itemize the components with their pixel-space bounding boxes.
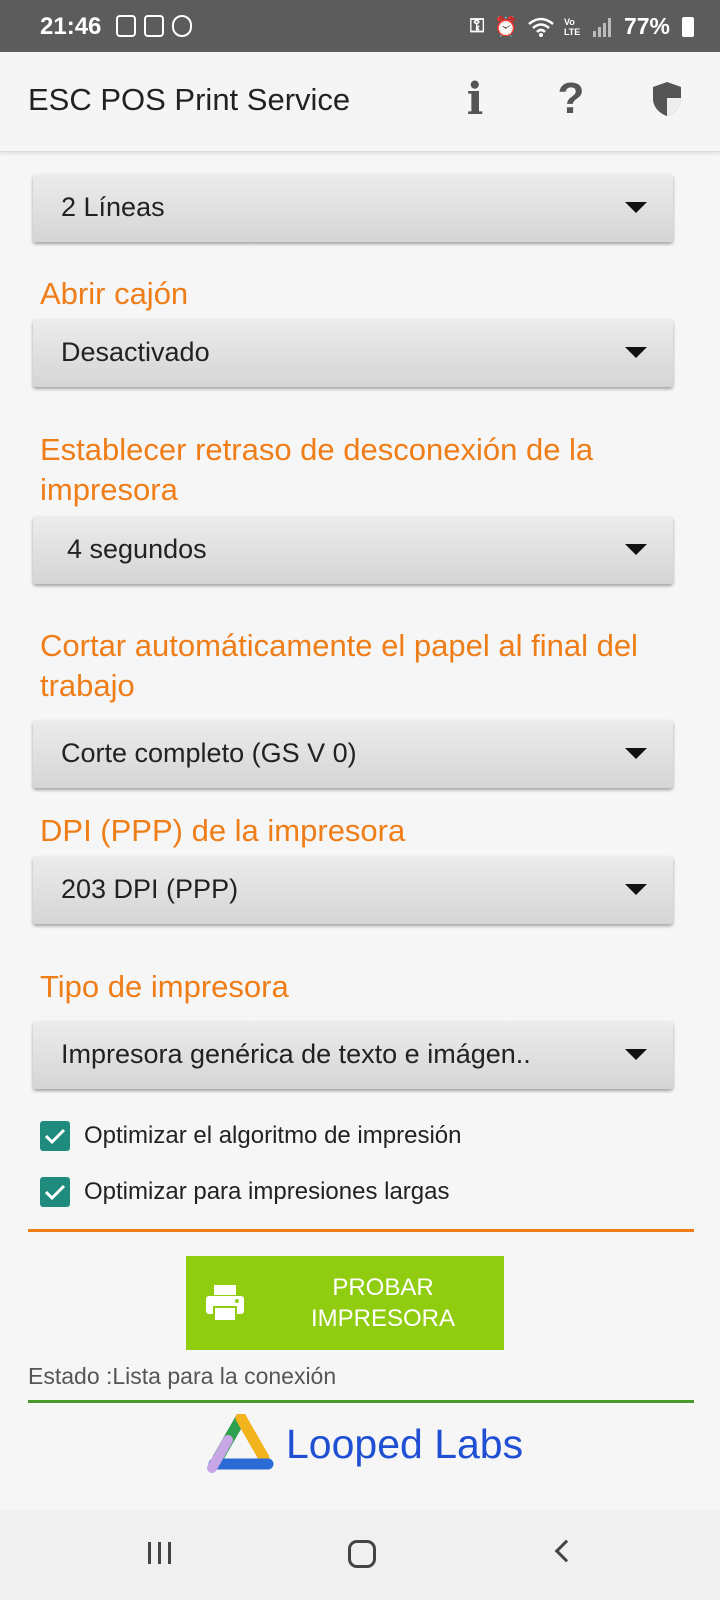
optimize-algorithm-label: Optimizar el algoritmo de impresión (84, 1122, 462, 1149)
gallery-icon (116, 15, 136, 37)
signal-icon (592, 17, 611, 37)
battery-icon (682, 16, 694, 37)
system-icons: ⚿ ⏰ Vo LTE 77% (470, 13, 694, 40)
optimize-algorithm-checkbox[interactable] (40, 1121, 70, 1151)
printer-dpi-label: DPI (PPP) de la impresora (40, 813, 406, 848)
caret-down-icon (625, 748, 647, 759)
caret-down-icon (625, 202, 647, 213)
printer-type-label: Tipo de impresora (40, 969, 289, 1004)
help-icon: ? (557, 74, 585, 123)
home-button[interactable] (348, 1540, 376, 1568)
checkmark-icon (44, 1128, 66, 1145)
app-bar: ESC POS Print Service i ? (0, 52, 720, 152)
settings-content[interactable]: 2 Líneas Abrir cajón Desactivado Estable… (0, 152, 720, 1510)
navigation-bar (0, 1510, 720, 1600)
caret-down-icon (625, 884, 647, 895)
open-drawer-value: Desactivado (61, 337, 210, 367)
optimize-long-label: Optimizar para impresiones largas (84, 1178, 450, 1205)
help-button[interactable]: ? (548, 74, 594, 123)
auto-cut-label: Cortar automáticamente el papel al final… (40, 628, 638, 703)
status-time: 21:46 (40, 13, 102, 40)
wifi-icon (528, 17, 554, 37)
back-button[interactable] (554, 1539, 578, 1563)
screen-recorder-icon (144, 15, 164, 37)
divider (28, 1400, 694, 1403)
privacy-button[interactable] (644, 76, 690, 122)
auto-cut-dropdown[interactable]: Corte completo (GS V 0) (33, 720, 673, 788)
optimize-long-row[interactable]: Optimizar para impresiones largas (40, 1177, 449, 1207)
auto-cut-value: Corte completo (GS V 0) (61, 738, 357, 768)
optimize-long-checkbox[interactable] (40, 1177, 70, 1207)
looped-labs-logo: Looped Labs (206, 1414, 523, 1474)
disconnect-delay-label: Establecer retraso de desconexión de la … (40, 432, 594, 507)
test-printer-button[interactable]: PROBAR IMPRESORA (186, 1256, 504, 1350)
open-drawer-dropdown[interactable]: Desactivado (33, 319, 673, 387)
line-feed-value: 2 Líneas (61, 192, 165, 222)
test-printer-label: PROBAR IMPRESORA (310, 1274, 456, 1332)
open-drawer-label: Abrir cajón (40, 276, 189, 311)
recent-apps-button[interactable] (148, 1542, 171, 1564)
printer-icon (206, 1285, 244, 1322)
alarm-icon: ⏰ (494, 16, 518, 38)
printer-dpi-dropdown[interactable]: 203 DPI (PPP) (33, 856, 673, 924)
printer-dpi-value: 203 DPI (PPP) (61, 874, 239, 904)
info-icon: i (466, 73, 484, 125)
disconnect-delay-value: 4 segundos (67, 534, 207, 564)
looped-labs-triangle-icon (207, 1414, 274, 1473)
recent-apps-icon (148, 1542, 151, 1564)
status-bar: 21:46 ⚿ ⏰ Vo LTE 77% (0, 0, 720, 52)
caret-down-icon (625, 1049, 647, 1060)
battery-percent: 77% (623, 13, 670, 39)
app-title: ESC POS Print Service (28, 82, 351, 117)
optimize-algorithm-row[interactable]: Optimizar el algoritmo de impresión (40, 1121, 461, 1151)
notification-icons (116, 15, 192, 37)
printer-type-dropdown[interactable]: Impresora genérica de texto e imágen.. (33, 1021, 673, 1089)
line-feed-dropdown[interactable]: 2 Líneas (33, 174, 673, 242)
caret-down-icon (625, 544, 647, 555)
divider (28, 1229, 694, 1232)
vpn-key-icon: ⚿ (469, 15, 485, 37)
logo-text: Looped Labs (286, 1420, 524, 1467)
printer-type-value: Impresora genérica de texto e imágen.. (61, 1039, 531, 1069)
app-icon (172, 15, 192, 37)
app-actions: i ? (402, 73, 690, 125)
volte-icon: Vo LTE (563, 16, 581, 37)
checkmark-icon (44, 1184, 66, 1201)
caret-down-icon (625, 347, 647, 358)
shield-icon (653, 82, 681, 116)
info-button[interactable]: i (452, 73, 498, 125)
disconnect-delay-dropdown[interactable]: 4 segundos (33, 516, 673, 584)
connection-status: Estado :Lista para la conexión (28, 1363, 337, 1389)
